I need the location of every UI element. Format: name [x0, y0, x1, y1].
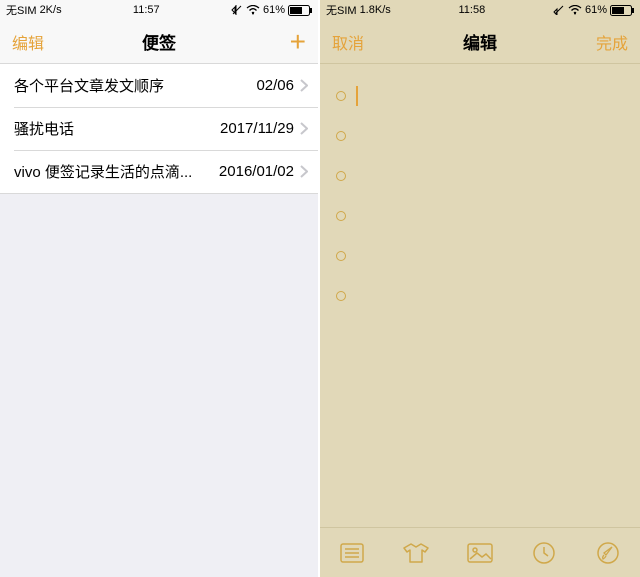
clock-label: 11:57	[133, 4, 160, 16]
page-title: 便签	[142, 29, 176, 54]
note-date: 2016/01/02	[219, 163, 294, 180]
mute-icon	[231, 5, 243, 15]
note-editor-body[interactable]	[320, 64, 640, 527]
battery-icon	[288, 5, 312, 16]
brush-icon	[596, 541, 620, 565]
note-title: vivo 便签记录生活的点滴...	[14, 161, 211, 182]
note-editor-screen: 无SIM 1.8K/s 11:58 61% 取消 编辑 完成	[320, 0, 640, 577]
bullet-line[interactable]	[336, 236, 624, 276]
wifi-icon	[568, 5, 582, 15]
bullet-line[interactable]	[336, 196, 624, 236]
clock-icon	[533, 542, 555, 564]
battery-pct: 61%	[263, 4, 285, 16]
notes-list-screen: 无SIM 2K/s 11:57 61% 编辑 便签 + 各个平台文章发文顺序 0…	[0, 0, 320, 577]
mute-icon	[553, 5, 565, 15]
battery-icon	[610, 5, 634, 16]
bullet-icon	[336, 291, 346, 301]
nav-bar: 取消 编辑 完成	[320, 20, 640, 64]
edit-button[interactable]: 编辑	[12, 30, 52, 54]
add-note-button[interactable]: +	[266, 28, 306, 56]
note-date: 2017/11/29	[220, 120, 294, 137]
note-date: 02/06	[256, 77, 294, 94]
battery-pct: 61%	[585, 4, 607, 16]
insert-image-button[interactable]	[458, 531, 502, 575]
carrier-label: 无SIM	[6, 2, 37, 18]
bullet-icon	[336, 131, 346, 141]
netspeed-label: 2K/s	[40, 4, 62, 16]
netspeed-label: 1.8K/s	[360, 4, 391, 16]
bullet-icon	[336, 251, 346, 261]
bullet-line[interactable]	[336, 276, 624, 316]
draw-button[interactable]	[586, 531, 630, 575]
note-row[interactable]: 各个平台文章发文顺序 02/06	[0, 64, 318, 107]
bullet-line[interactable]	[336, 76, 624, 116]
chevron-right-icon	[300, 165, 308, 178]
carrier-label: 无SIM	[326, 2, 357, 18]
clock-label: 11:58	[459, 4, 486, 16]
note-title: 骚扰电话	[14, 118, 212, 139]
page-title: 编辑	[463, 29, 497, 54]
bullet-line[interactable]	[336, 156, 624, 196]
bullet-line[interactable]	[336, 116, 624, 156]
nav-bar: 编辑 便签 +	[0, 20, 318, 64]
list-icon	[340, 543, 364, 563]
done-button[interactable]: 完成	[588, 30, 628, 54]
editor-toolbar	[320, 527, 640, 577]
status-bar: 无SIM 2K/s 11:57 61%	[0, 0, 318, 20]
notes-list: 各个平台文章发文顺序 02/06 骚扰电话 2017/11/29 vivo 便签…	[0, 64, 318, 194]
text-cursor	[356, 86, 358, 106]
shirt-icon	[403, 542, 429, 564]
wifi-icon	[246, 5, 260, 15]
theme-button[interactable]	[394, 531, 438, 575]
status-bar: 无SIM 1.8K/s 11:58 61%	[320, 0, 640, 20]
image-icon	[467, 543, 493, 563]
note-title: 各个平台文章发文顺序	[14, 75, 248, 96]
chevron-right-icon	[300, 79, 308, 92]
note-row[interactable]: vivo 便签记录生活的点滴... 2016/01/02	[0, 150, 318, 193]
list-style-button[interactable]	[330, 531, 374, 575]
bullet-icon	[336, 91, 346, 101]
bullet-icon	[336, 171, 346, 181]
cancel-button[interactable]: 取消	[332, 30, 372, 54]
bullet-icon	[336, 211, 346, 221]
reminder-button[interactable]	[522, 531, 566, 575]
note-row[interactable]: 骚扰电话 2017/11/29	[0, 107, 318, 150]
chevron-right-icon	[300, 122, 308, 135]
